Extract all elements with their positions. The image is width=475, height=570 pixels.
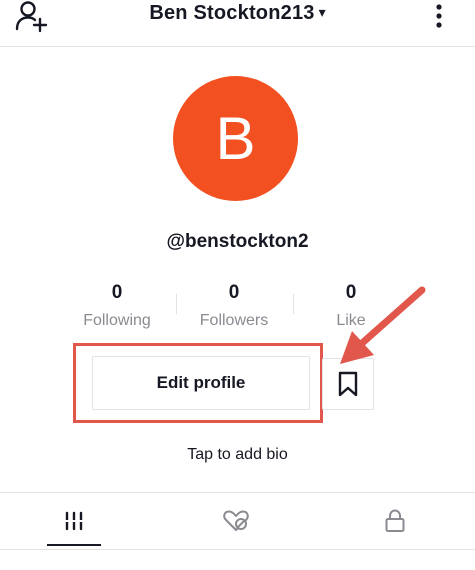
lock-icon bbox=[385, 509, 405, 532]
bio-placeholder[interactable]: Tap to add bio bbox=[0, 446, 475, 464]
annotation-highlight-box bbox=[73, 343, 323, 423]
active-tab-indicator bbox=[47, 544, 101, 546]
bookmark-icon bbox=[338, 371, 358, 397]
stat-followers[interactable]: 0 Followers bbox=[174, 283, 294, 330]
account-switcher[interactable]: Ben Stockton213 ▾ bbox=[0, 2, 475, 25]
content-tabs bbox=[0, 492, 475, 550]
followers-label: Followers bbox=[199, 312, 269, 329]
avatar[interactable]: B bbox=[173, 76, 298, 201]
stat-likes[interactable]: 0 Like bbox=[291, 283, 411, 330]
liked-hidden-icon bbox=[223, 510, 249, 531]
tab-private[interactable] bbox=[345, 493, 445, 549]
top-bar: Ben Stockton213 ▾ bbox=[0, 0, 475, 47]
following-count: 0 bbox=[111, 282, 123, 303]
likes-count: 0 bbox=[345, 282, 357, 303]
chevron-down-icon: ▾ bbox=[318, 4, 326, 20]
stat-following[interactable]: 0 Following bbox=[57, 283, 177, 330]
username-title: Ben Stockton213 bbox=[149, 2, 315, 24]
followers-count: 0 bbox=[228, 282, 240, 303]
more-vertical-icon[interactable] bbox=[432, 2, 446, 32]
following-label: Following bbox=[83, 312, 151, 329]
profile-handle: @benstockton2 bbox=[166, 231, 309, 252]
tab-videos[interactable] bbox=[24, 493, 124, 549]
tab-liked[interactable] bbox=[186, 493, 286, 549]
bookmark-button[interactable] bbox=[322, 358, 374, 410]
likes-label: Like bbox=[336, 312, 366, 329]
grid-icon bbox=[64, 511, 84, 531]
